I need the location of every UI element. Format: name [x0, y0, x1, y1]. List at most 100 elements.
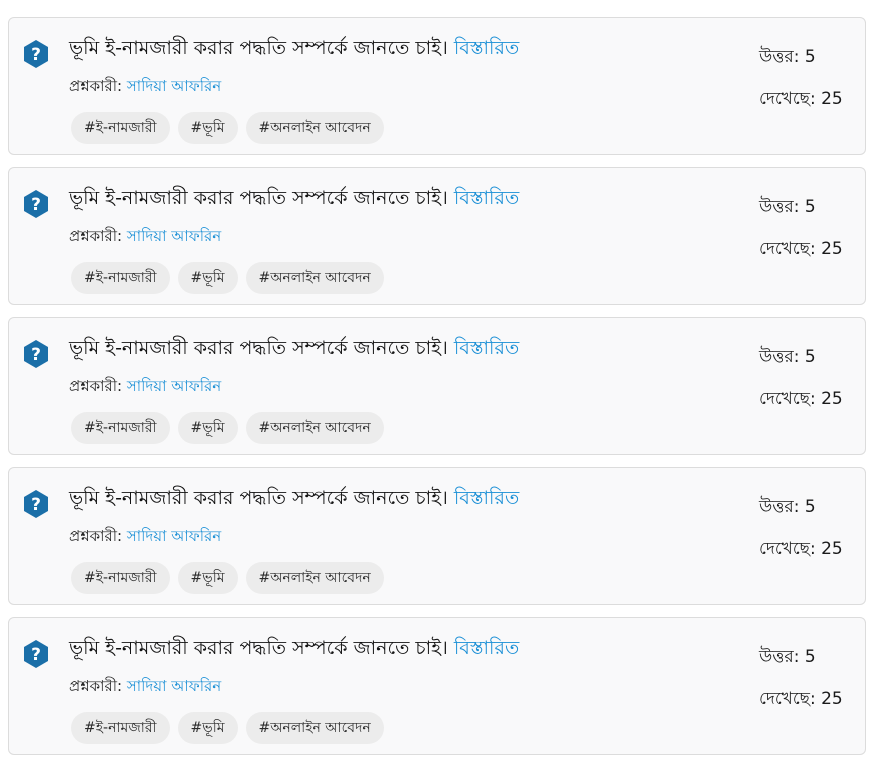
asker-label: প্রশ্নকারী: [69, 227, 123, 245]
svg-text:?: ? [31, 345, 41, 365]
views-count: দেখেছে: 25 [759, 88, 843, 110]
details-link[interactable]: বিস্তারিত [454, 487, 519, 509]
svg-text:?: ? [31, 495, 41, 515]
views-label: দেখেছে: [759, 689, 816, 709]
details-link[interactable]: বিস্তারিত [454, 637, 519, 659]
asker-label: প্রশ্নকারী: [69, 527, 123, 545]
asker-row: প্রশ্নকারী: সাদিয়া আফরিন [69, 76, 221, 96]
asker-name-link[interactable]: সাদিয়া আফরিন [127, 677, 221, 695]
tag-online-abedon[interactable]: #অনলাইন আবেদন [245, 412, 384, 444]
details-link[interactable]: বিস্তারিত [454, 337, 519, 359]
asker-name-link[interactable]: সাদিয়া আফরিন [127, 77, 221, 95]
question-mark-icon: ? [21, 339, 51, 369]
tag-e-namjari[interactable]: #ই-নামজারী [71, 262, 170, 294]
answers-value: 5 [804, 197, 816, 217]
answers-count: উত্তর: 5 [759, 46, 816, 68]
answers-value: 5 [804, 347, 816, 367]
tag-e-namjari[interactable]: #ই-নামজারী [71, 562, 170, 594]
answers-count: উত্তর: 5 [759, 646, 816, 668]
tag-online-abedon[interactable]: #অনলাইন আবেদন [245, 262, 384, 294]
tag-bhumi[interactable]: #ভূমি [177, 262, 238, 294]
tag-list: #ই-নামজারী #ভূমি #অনলাইন আবেদন [71, 562, 384, 594]
asker-label: প্রশ্নকারী: [69, 377, 123, 395]
answers-count: উত্তর: 5 [759, 196, 816, 218]
question-title: ভূমি ই-নামজারী করার পদ্ধতি সম্পর্কে জানত… [69, 36, 519, 60]
svg-text:?: ? [31, 645, 41, 665]
asker-row: প্রশ্নকারী: সাদিয়া আফরিন [69, 676, 221, 696]
views-label: দেখেছে: [759, 539, 816, 559]
tag-list: #ই-নামজারী #ভূমি #অনলাইন আবেদন [71, 262, 384, 294]
views-label: দেখেছে: [759, 239, 816, 259]
question-text: ভূমি ই-নামজারী করার পদ্ধতি সম্পর্কে জানত… [69, 37, 448, 59]
question-title: ভূমি ই-নামজারী করার পদ্ধতি সম্পর্কে জানত… [69, 486, 519, 510]
question-card: ? ভূমি ই-নামজারী করার পদ্ধতি সম্পর্কে জা… [8, 17, 866, 155]
asker-label: প্রশ্নকারী: [69, 77, 123, 95]
asker-row: প্রশ্নকারী: সাদিয়া আফরিন [69, 526, 221, 546]
question-text: ভূমি ই-নামজারী করার পদ্ধতি সম্পর্কে জানত… [69, 187, 448, 209]
asker-name-link[interactable]: সাদিয়া আফরিন [127, 377, 221, 395]
answers-value: 5 [804, 497, 816, 517]
question-card: ? ভূমি ই-নামজারী করার পদ্ধতি সম্পর্কে জা… [8, 167, 866, 305]
svg-text:?: ? [31, 195, 41, 215]
asker-label: প্রশ্নকারী: [69, 677, 123, 695]
question-stats: উত্তর: 5 দেখেছে: 25 [745, 618, 865, 754]
tag-bhumi[interactable]: #ভূমি [177, 562, 238, 594]
views-value: 25 [821, 239, 843, 259]
tag-e-namjari[interactable]: #ই-নামজারী [71, 712, 170, 744]
views-count: দেখেছে: 25 [759, 388, 843, 410]
question-mark-icon: ? [21, 189, 51, 219]
views-count: দেখেছে: 25 [759, 538, 843, 560]
asker-name-link[interactable]: সাদিয়া আফরিন [127, 227, 221, 245]
question-title: ভূমি ই-নামজারী করার পদ্ধতি সম্পর্কে জানত… [69, 336, 519, 360]
views-label: দেখেছে: [759, 89, 816, 109]
details-link[interactable]: বিস্তারিত [454, 187, 519, 209]
tag-list: #ই-নামজারী #ভূমি #অনলাইন আবেদন [71, 112, 384, 144]
question-text: ভূমি ই-নামজারী করার পদ্ধতি সম্পর্কে জানত… [69, 487, 448, 509]
tag-online-abedon[interactable]: #অনলাইন আবেদন [245, 712, 384, 744]
answers-count: উত্তর: 5 [759, 346, 816, 368]
answers-value: 5 [804, 647, 816, 667]
question-text: ভূমি ই-নামজারী করার পদ্ধতি সম্পর্কে জানত… [69, 337, 448, 359]
answers-label: উত্তর: [759, 197, 800, 217]
views-count: দেখেছে: 25 [759, 238, 843, 260]
views-label: দেখেছে: [759, 389, 816, 409]
question-card: ? ভূমি ই-নামজারী করার পদ্ধতি সম্পর্কে জা… [8, 467, 866, 605]
asker-row: প্রশ্নকারী: সাদিয়া আফরিন [69, 376, 221, 396]
question-mark-icon: ? [21, 39, 51, 69]
question-mark-icon: ? [21, 489, 51, 519]
tag-list: #ই-নামজারী #ভূমি #অনলাইন আবেদন [71, 412, 384, 444]
views-count: দেখেছে: 25 [759, 688, 843, 710]
question-stats: উত্তর: 5 দেখেছে: 25 [745, 18, 865, 154]
question-title: ভূমি ই-নামজারী করার পদ্ধতি সম্পর্কে জানত… [69, 186, 519, 210]
answers-label: উত্তর: [759, 47, 800, 67]
question-stats: উত্তর: 5 দেখেছে: 25 [745, 468, 865, 604]
question-title: ভূমি ই-নামজারী করার পদ্ধতি সম্পর্কে জানত… [69, 636, 519, 660]
tag-list: #ই-নামজারী #ভূমি #অনলাইন আবেদন [71, 712, 384, 744]
answers-value: 5 [804, 47, 816, 67]
question-list: ? ভূমি ই-নামজারী করার পদ্ধতি সম্পর্কে জা… [0, 0, 877, 769]
answers-label: উত্তর: [759, 347, 800, 367]
asker-name-link[interactable]: সাদিয়া আফরিন [127, 527, 221, 545]
tag-e-namjari[interactable]: #ই-নামজারী [71, 112, 170, 144]
question-mark-icon: ? [21, 639, 51, 669]
tag-bhumi[interactable]: #ভূমি [177, 412, 238, 444]
answers-label: উত্তর: [759, 647, 800, 667]
tag-bhumi[interactable]: #ভূমি [177, 712, 238, 744]
views-value: 25 [821, 539, 843, 559]
question-text: ভূমি ই-নামজারী করার পদ্ধতি সম্পর্কে জানত… [69, 637, 448, 659]
details-link[interactable]: বিস্তারিত [454, 37, 519, 59]
views-value: 25 [821, 689, 843, 709]
question-stats: উত্তর: 5 দেখেছে: 25 [745, 318, 865, 454]
question-stats: উত্তর: 5 দেখেছে: 25 [745, 168, 865, 304]
asker-row: প্রশ্নকারী: সাদিয়া আফরিন [69, 226, 221, 246]
answers-count: উত্তর: 5 [759, 496, 816, 518]
svg-text:?: ? [31, 45, 41, 65]
question-card: ? ভূমি ই-নামজারী করার পদ্ধতি সম্পর্কে জা… [8, 317, 866, 455]
tag-online-abedon[interactable]: #অনলাইন আবেদন [245, 112, 384, 144]
views-value: 25 [821, 389, 843, 409]
question-card: ? ভূমি ই-নামজারী করার পদ্ধতি সম্পর্কে জা… [8, 617, 866, 755]
tag-bhumi[interactable]: #ভূমি [177, 112, 238, 144]
views-value: 25 [821, 89, 843, 109]
tag-online-abedon[interactable]: #অনলাইন আবেদন [245, 562, 384, 594]
tag-e-namjari[interactable]: #ই-নামজারী [71, 412, 170, 444]
